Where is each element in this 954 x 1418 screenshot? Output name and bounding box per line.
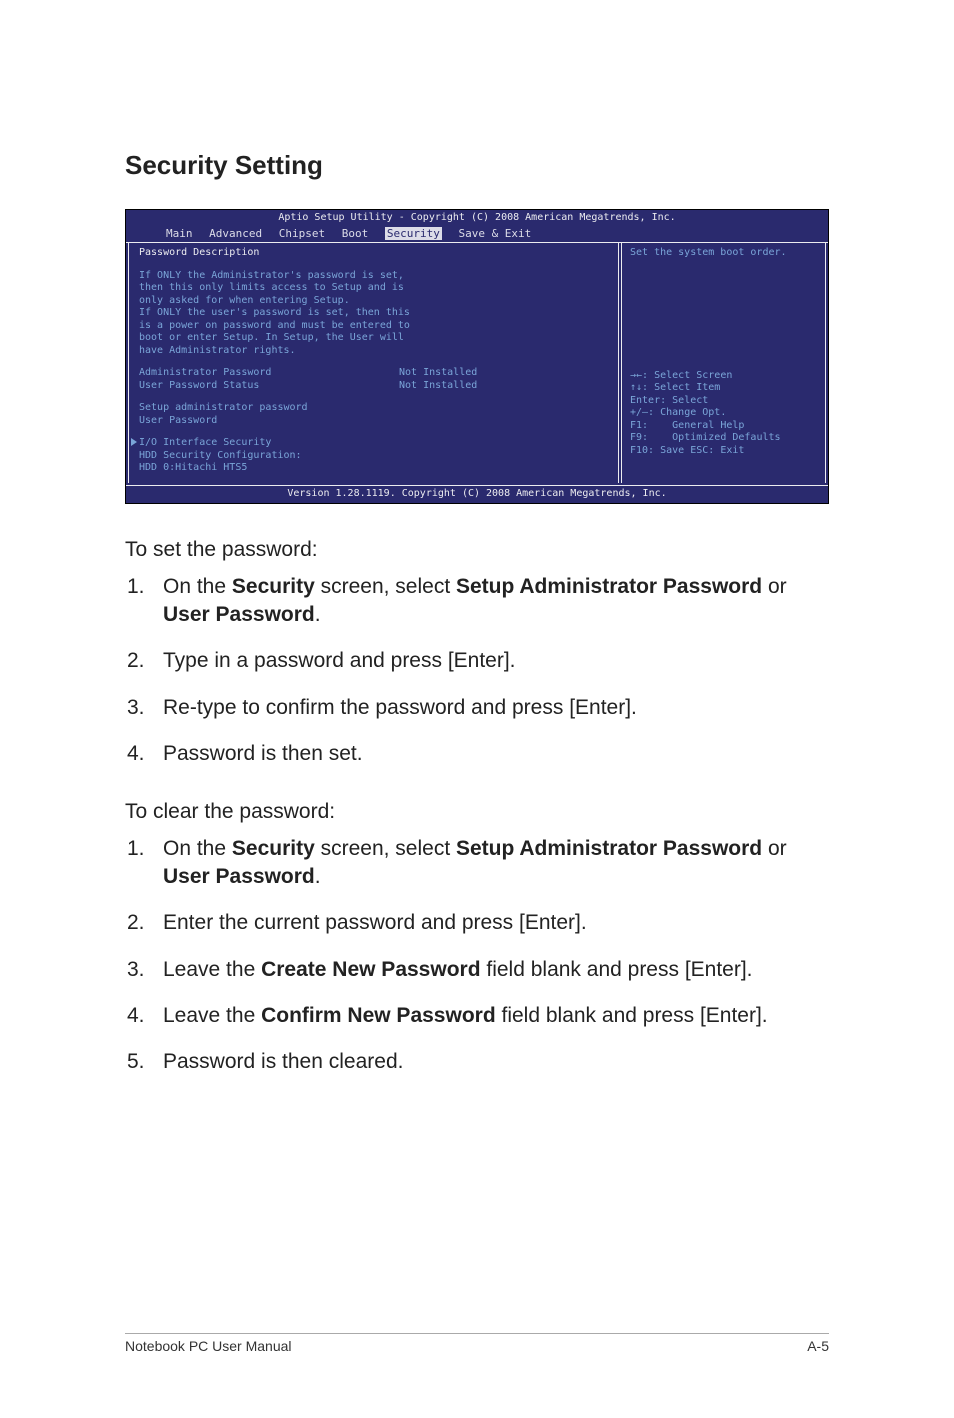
page-footer: Notebook PC User Manual A-5 <box>125 1333 829 1354</box>
bios-user-pw-status-value: Not Installed <box>399 380 477 393</box>
clear-pw-step-1: 1. On the Security screen, select Setup … <box>125 835 829 892</box>
bios-help-3: +/—: Change Opt. <box>630 407 817 420</box>
clear-pw-lead: To clear the password: <box>125 798 829 826</box>
bios-help-5: F9: Optimized Defaults <box>630 432 817 445</box>
bios-menu-security: Security <box>385 227 442 240</box>
bios-left-pane: Password Description If ONLY the Adminis… <box>128 243 619 483</box>
section-heading: Security Setting <box>125 150 829 181</box>
footer-left: Notebook PC User Manual <box>125 1338 292 1354</box>
bios-help-4: F1: General Help <box>630 420 817 433</box>
bios-pw-desc-heading: Password Description <box>139 247 608 260</box>
bios-menu-advanced: Advanced <box>209 227 262 240</box>
bios-desc-line-4: is a power on password and must be enter… <box>139 320 608 333</box>
bios-help-1: ↑↓: Select Item <box>630 382 817 395</box>
bios-desc-line-0: If ONLY the Administrator's password is … <box>139 270 608 283</box>
footer-right: A-5 <box>807 1338 829 1354</box>
clear-pw-block: To clear the password: 1. On the Securit… <box>125 798 829 1076</box>
bios-desc-line-2: only asked for when entering Setup. <box>139 295 608 308</box>
bios-help-6: F10: Save ESC: Exit <box>630 445 817 458</box>
clear-pw-step-3: 3. Leave the Create New Password field b… <box>125 956 829 984</box>
bios-user-pw: User Password <box>139 415 608 428</box>
bios-hdd-conf: HDD Security Configuration: <box>139 450 608 463</box>
bios-admin-pw-row: Administrator Password Not Installed <box>139 367 608 380</box>
bios-io-interface-row: I/O Interface Security <box>131 437 608 450</box>
bios-desc-line-6: have Administrator rights. <box>139 345 608 358</box>
bios-right-pane: Set the system boot order. →←: Select Sc… <box>621 243 826 483</box>
bios-admin-pw-label: Administrator Password <box>139 367 399 380</box>
set-pw-step-1: 1. On the Security screen, select Setup … <box>125 573 829 630</box>
bios-desc-line-3: If ONLY the user's password is set, then… <box>139 307 608 320</box>
set-pw-lead: To set the password: <box>125 536 829 564</box>
bios-menu-main: Main <box>166 227 193 240</box>
triangle-icon <box>131 438 137 446</box>
bios-hdd-item: HDD 0:Hitachi HTS5 <box>139 462 608 475</box>
bios-panel: Aptio Setup Utility - Copyright (C) 2008… <box>125 209 829 504</box>
set-pw-block: To set the password: 1. On the Security … <box>125 536 829 768</box>
clear-pw-step-4: 4. Leave the Confirm New Password field … <box>125 1002 829 1030</box>
bios-help-0: →←: Select Screen <box>630 370 817 383</box>
bios-desc-line-5: boot or enter Setup. In Setup, the User … <box>139 332 608 345</box>
bios-user-pw-status-row: User Password Status Not Installed <box>139 380 608 393</box>
set-pw-step-2: 2. Type in a password and press [Enter]. <box>125 647 829 675</box>
bios-menu-boot: Boot <box>342 227 369 240</box>
bios-menubar: Main Advanced Chipset Boot Security Save… <box>126 225 828 243</box>
bios-user-pw-status-label: User Password Status <box>139 380 399 393</box>
set-pw-step-4: 4. Password is then set. <box>125 740 829 768</box>
bios-menu-chipset: Chipset <box>279 227 325 240</box>
bios-setup-admin-pw: Setup administrator password <box>139 402 608 415</box>
bios-desc-line-1: then this only limits access to Setup an… <box>139 282 608 295</box>
bios-body: Password Description If ONLY the Adminis… <box>126 242 828 485</box>
bios-footer: Version 1.28.1119. Copyright (C) 2008 Am… <box>126 485 828 504</box>
bios-io-interface: I/O Interface Security <box>139 437 271 448</box>
bios-title: Aptio Setup Utility - Copyright (C) 2008… <box>126 210 828 225</box>
bios-right-hint: Set the system boot order. <box>630 247 817 260</box>
set-pw-step-3: 3. Re-type to confirm the password and p… <box>125 694 829 722</box>
bios-menu-save-exit: Save & Exit <box>458 227 531 240</box>
clear-pw-step-5: 5. Password is then cleared. <box>125 1048 829 1076</box>
bios-help-2: Enter: Select <box>630 395 817 408</box>
clear-pw-step-2: 2. Enter the current password and press … <box>125 909 829 937</box>
bios-admin-pw-value: Not Installed <box>399 367 477 380</box>
